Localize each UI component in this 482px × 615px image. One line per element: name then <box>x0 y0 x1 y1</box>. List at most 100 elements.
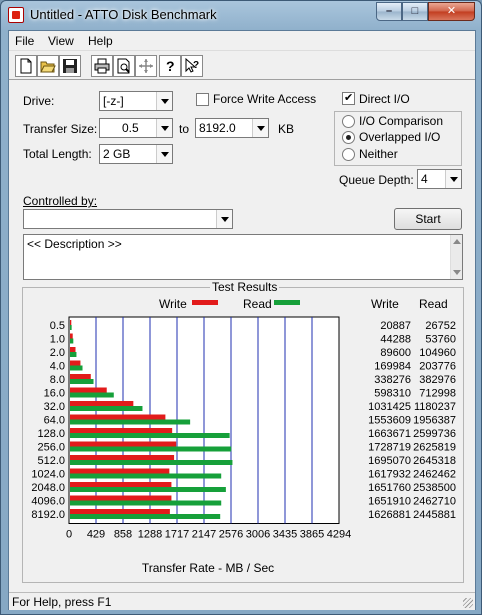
read-bar <box>70 379 94 384</box>
new-file-button[interactable] <box>15 55 37 77</box>
write-value: 1626881 <box>368 509 411 521</box>
client-area: File View Help ? ? Drive: [-z-] Force Wr… <box>8 30 476 610</box>
write-value: 169984 <box>374 361 411 373</box>
write-bar <box>70 374 91 379</box>
chevron-down-icon[interactable] <box>445 170 461 188</box>
read-value: 53760 <box>425 334 456 346</box>
write-bar <box>70 495 172 501</box>
save-button[interactable] <box>59 55 81 77</box>
direct-io-checkbox[interactable] <box>342 91 355 105</box>
resize-grip[interactable] <box>463 598 473 608</box>
read-bar <box>70 487 226 492</box>
x-tick-label: 4294 <box>327 529 351 541</box>
open-folder-icon <box>40 61 56 73</box>
maximize-button[interactable]: □ <box>402 2 428 21</box>
menu-help[interactable]: Help <box>88 34 113 48</box>
close-button[interactable]: ✕ <box>428 2 475 21</box>
window-title: Untitled - ATTO Disk Benchmark <box>30 7 217 22</box>
transfer-from-value: 0.5 <box>122 121 139 135</box>
move-icon <box>139 59 153 73</box>
transfer-to-select[interactable]: 8192.0 <box>195 118 269 138</box>
read-bar <box>70 473 222 479</box>
write-bar <box>70 414 166 420</box>
write-bar <box>70 401 134 406</box>
write-value: 1651910 <box>368 496 411 508</box>
minimize-button[interactable]: – <box>376 2 402 21</box>
write-value: 1031425 <box>368 401 411 413</box>
start-button[interactable]: Start <box>394 208 462 230</box>
status-bar: For Help, press F1 <box>9 592 475 610</box>
chevron-down-icon[interactable] <box>156 92 172 110</box>
status-text: For Help, press F1 <box>12 595 112 609</box>
neither-label: Neither <box>359 147 398 161</box>
transfer-from-select[interactable]: 0.5 <box>99 118 173 138</box>
read-value: 2538500 <box>413 482 456 494</box>
read-value: 382976 <box>419 374 456 386</box>
write-bar <box>70 333 73 339</box>
write-value: 20887 <box>380 320 411 332</box>
open-button[interactable] <box>37 55 59 77</box>
print-button[interactable] <box>91 55 113 77</box>
about-button[interactable]: ? <box>159 55 181 77</box>
scroll-down-icon[interactable] <box>453 270 461 275</box>
category-label: 1024.0 <box>31 469 65 481</box>
write-value: 1695070 <box>368 455 411 467</box>
neither-radio[interactable] <box>342 148 355 161</box>
read-value: 1180237 <box>414 401 456 413</box>
read-value: 2462710 <box>413 496 456 508</box>
write-value: 598310 <box>374 388 411 400</box>
overlapped-io-radio[interactable] <box>342 131 355 144</box>
read-bar <box>70 514 221 519</box>
menu-file[interactable]: File <box>15 34 34 48</box>
category-label: 2048.0 <box>31 482 65 494</box>
x-tick-label: 1288 <box>138 529 162 541</box>
description-box[interactable]: << Description >> <box>23 234 463 280</box>
controlled-by-select[interactable] <box>23 209 233 229</box>
write-bar <box>70 360 81 366</box>
category-label: 128.0 <box>37 428 65 440</box>
category-label: 8192.0 <box>31 509 65 521</box>
read-value: 104960 <box>419 347 456 359</box>
write-value: 1728719 <box>368 442 411 454</box>
app-window: Untitled - ATTO Disk Benchmark – □ ✕ Fil… <box>0 0 482 615</box>
io-comparison-radio[interactable] <box>342 115 355 128</box>
write-bar <box>70 347 76 352</box>
force-write-label: Force Write Access <box>213 92 317 106</box>
description-scrollbar[interactable] <box>450 235 462 279</box>
chevron-down-icon[interactable] <box>156 145 172 163</box>
total-length-value: 2 GB <box>103 147 131 161</box>
chevron-down-icon[interactable] <box>216 210 232 228</box>
transfer-unit-label: KB <box>278 122 295 136</box>
context-help-button[interactable]: ? <box>181 55 203 77</box>
column-write-header: Write <box>371 297 399 311</box>
chevron-down-icon[interactable] <box>156 119 172 137</box>
category-label: 512.0 <box>37 455 65 467</box>
scroll-up-icon[interactable] <box>453 239 461 244</box>
read-bar <box>70 392 114 398</box>
transfer-to-label: to <box>179 122 190 136</box>
queue-depth-value: 4 <box>421 172 428 186</box>
queue-depth-select[interactable]: 4 <box>417 169 462 189</box>
legend-read-swatch <box>274 300 300 305</box>
total-length-select[interactable]: 2 GB <box>99 144 173 164</box>
svg-text:?: ? <box>193 60 199 71</box>
print-preview-button[interactable] <box>113 55 135 77</box>
read-value: 203776 <box>419 361 456 373</box>
menu-view[interactable]: View <box>48 34 74 48</box>
overlapped-io-label: Overlapped I/O <box>359 130 441 144</box>
read-bar <box>70 325 72 330</box>
write-value: 1651760 <box>368 482 411 494</box>
read-value: 712998 <box>419 388 456 400</box>
title-bar[interactable]: Untitled - ATTO Disk Benchmark – □ ✕ <box>1 1 481 29</box>
force-write-checkbox[interactable] <box>196 93 209 106</box>
move-button[interactable] <box>135 55 157 77</box>
read-bar <box>70 460 233 465</box>
read-value: 2625819 <box>413 442 456 454</box>
x-tick-label: 3435 <box>273 529 297 541</box>
category-label: 0.5 <box>50 320 65 332</box>
print-preview-icon <box>117 58 130 74</box>
category-label: 8.0 <box>50 374 65 386</box>
write-bar <box>70 468 170 474</box>
drive-select[interactable]: [-z-] <box>99 91 173 111</box>
chevron-down-icon[interactable] <box>252 119 268 137</box>
